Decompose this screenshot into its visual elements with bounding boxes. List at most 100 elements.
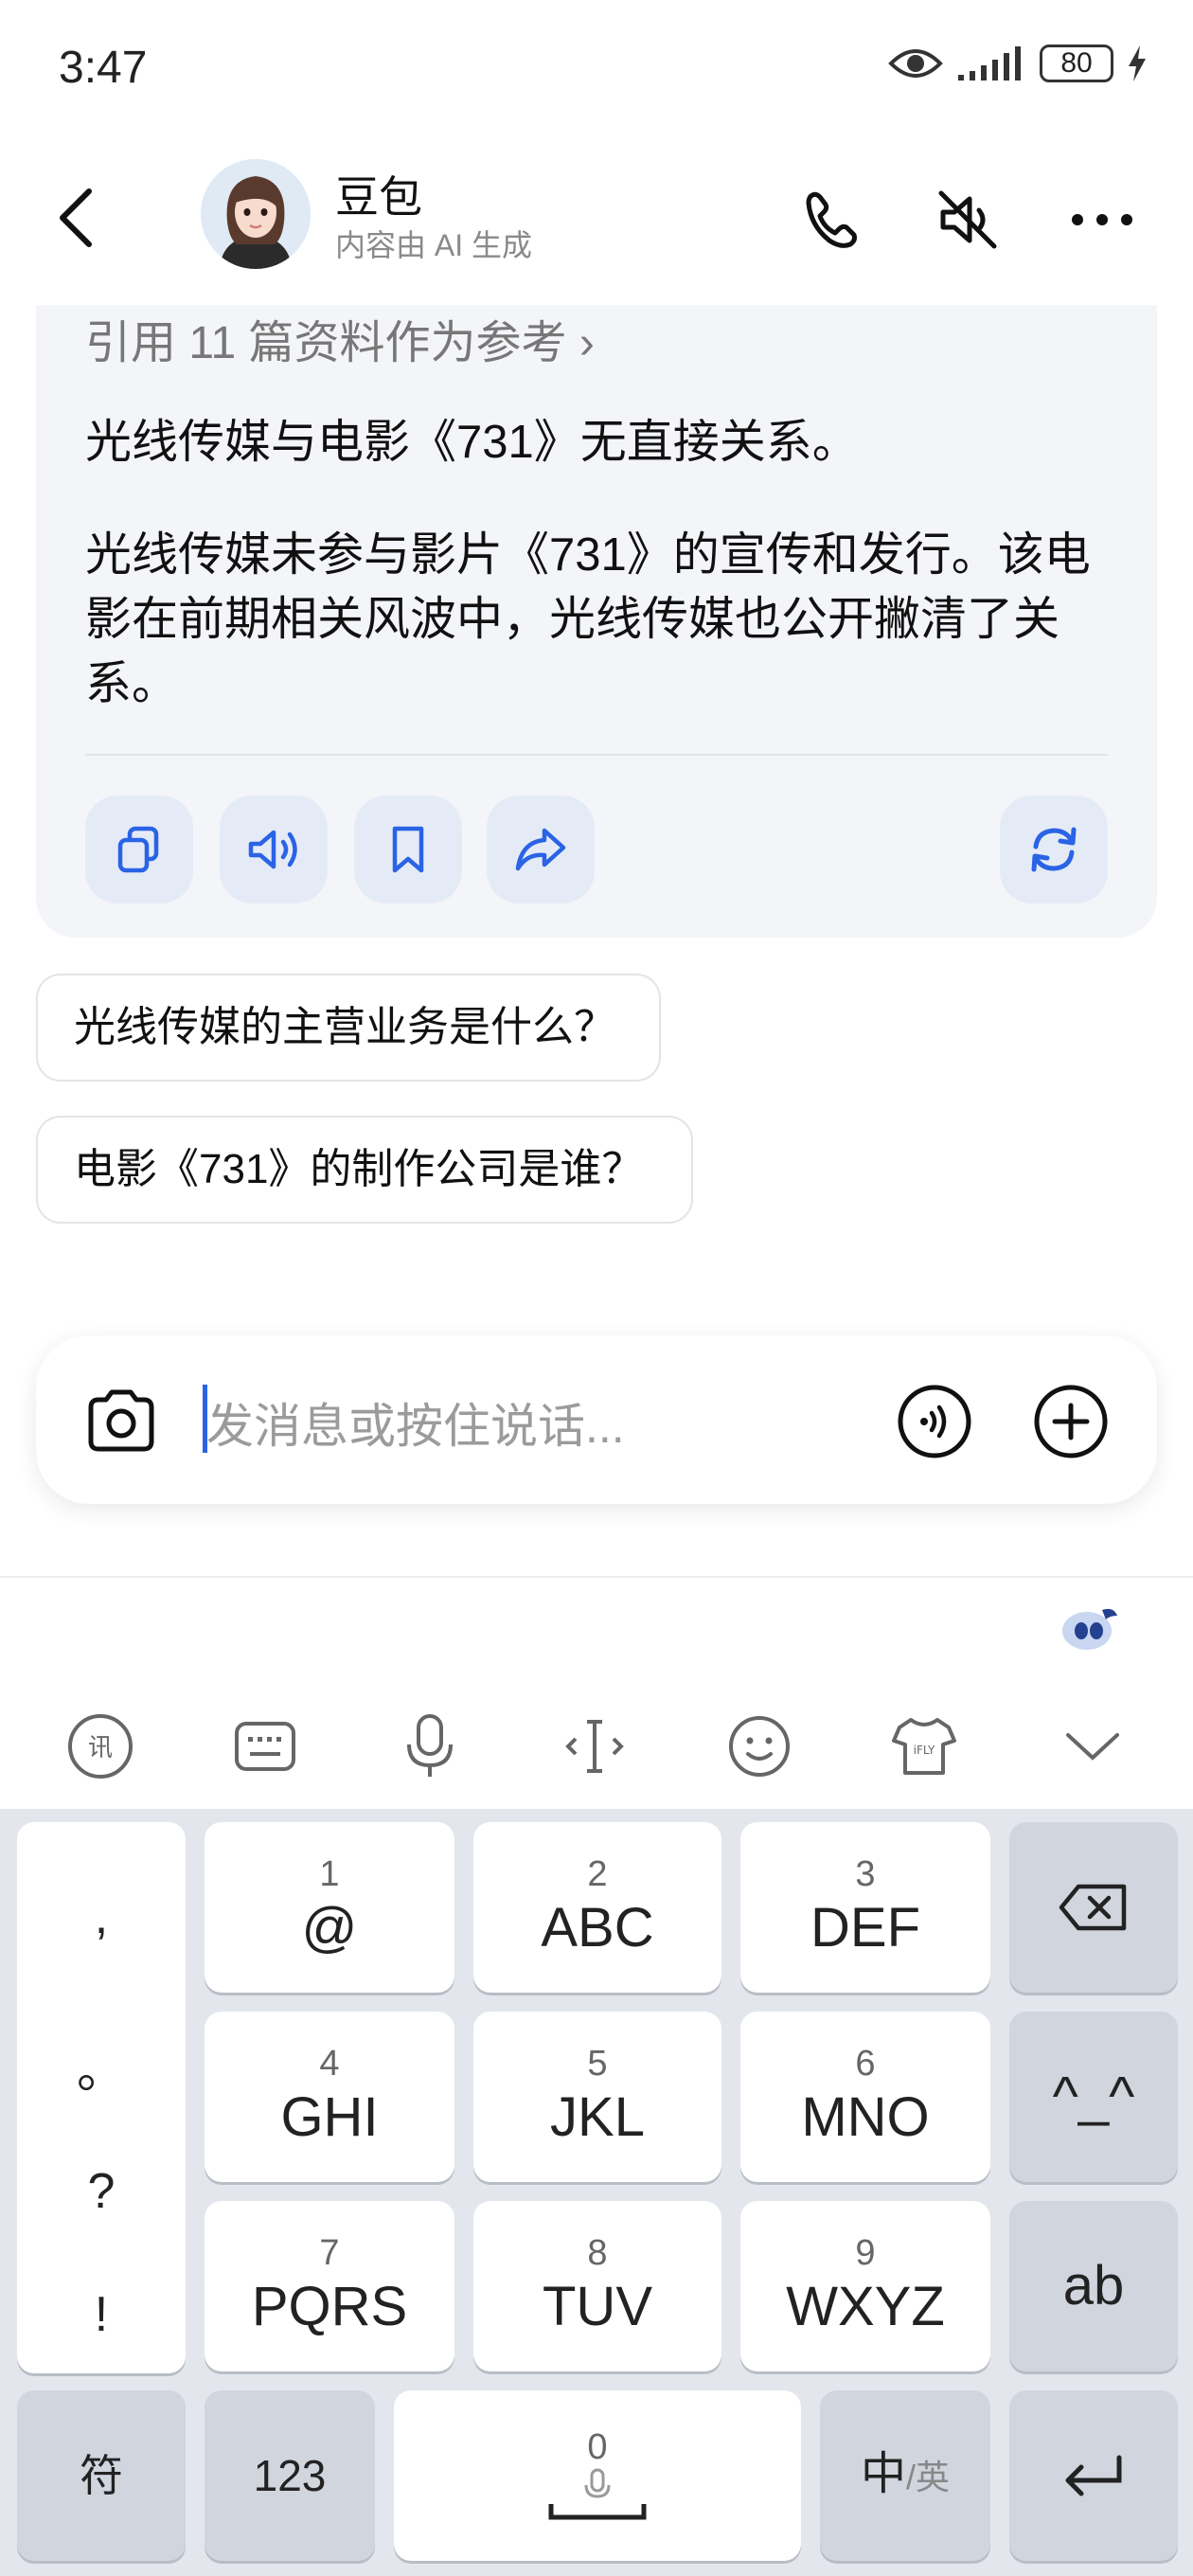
key-4[interactable]: 4 GHI <box>205 2012 454 2182</box>
references-link[interactable]: 引用 11 篇资料作为参考 › <box>85 305 595 371</box>
chat-header: 豆包 内容由 AI 生成 <box>0 142 1193 305</box>
chat-subtitle: 内容由 AI 生成 <box>335 228 533 262</box>
copy-button[interactable] <box>85 796 193 903</box>
key-label: ab <box>1062 2255 1125 2317</box>
chevron-down-icon[interactable] <box>1055 1708 1131 1784</box>
signal-icon <box>958 46 1021 80</box>
share-icon <box>515 828 566 871</box>
speaker-icon <box>248 830 297 869</box>
back-icon[interactable] <box>49 180 106 256</box>
ifly-logo-icon[interactable]: 讯 <box>62 1708 138 1784</box>
punct-key[interactable]: ? <box>17 2163 186 2220</box>
key-number: 1 <box>319 1854 340 1894</box>
key-label: ^_^ <box>1052 2066 1135 2127</box>
keyboard-icon[interactable] <box>227 1708 303 1784</box>
symbols-key[interactable]: 符 <box>17 2390 186 2561</box>
key-number: 4 <box>319 2044 340 2084</box>
microphone-icon[interactable] <box>392 1708 468 1784</box>
copy-icon <box>117 826 159 873</box>
add-icon[interactable] <box>1032 1383 1110 1460</box>
key-3[interactable]: 3 DEF <box>740 1822 990 1993</box>
emoji-icon[interactable] <box>721 1708 797 1784</box>
answer-card: 引用 11 篇资料作为参考 › 光线传媒与电影《731》无直接关系。 光线传媒未… <box>36 305 1157 938</box>
answer-paragraph: 光线传媒与电影《731》无直接关系。 <box>85 417 859 468</box>
key-number: 2 <box>587 1854 608 1894</box>
bookmark-icon <box>392 826 424 873</box>
suggestion-chip[interactable]: 光线传媒的主营业务是什么？ <box>36 974 661 1082</box>
space-key[interactable]: 0 <box>394 2390 801 2561</box>
key-label: 123 <box>253 2451 327 2500</box>
key-9[interactable]: 9 WXYZ <box>740 2201 990 2371</box>
language-switch-key[interactable]: 中/英 <box>820 2390 990 2561</box>
refresh-icon <box>1031 827 1077 872</box>
punct-key[interactable]: , <box>17 1888 186 1945</box>
lang-alt: /英 <box>906 2457 951 2496</box>
backspace-icon <box>1059 1884 1127 1931</box>
share-button[interactable] <box>487 796 595 903</box>
punct-key[interactable]: 。 <box>17 2030 186 2102</box>
cursor-move-icon[interactable] <box>557 1708 632 1784</box>
svg-text:讯: 讯 <box>88 1734 113 1762</box>
key-label: ABC <box>541 1897 654 1959</box>
punctuation-column[interactable]: , 。 ? ! <box>17 1822 186 2373</box>
key-label: 符 <box>80 2451 123 2500</box>
key-6[interactable]: 6 MNO <box>740 2012 990 2182</box>
suggestion-chip[interactable]: 电影《731》的制作公司是谁？ <box>36 1116 693 1224</box>
key-2[interactable]: 2 ABC <box>473 1822 721 1993</box>
keyboard-toolbar: 讯 iFLY <box>0 1576 1193 1809</box>
avatar-image <box>201 159 311 269</box>
backspace-key[interactable] <box>1009 1822 1178 1993</box>
skin-theme-icon[interactable]: iFLY <box>886 1708 962 1784</box>
key-label: @ <box>301 1897 358 1959</box>
svg-text:iFLY: iFLY <box>914 1744 935 1757</box>
space-mic-icon <box>548 2468 647 2520</box>
key-number: 9 <box>855 2233 876 2273</box>
battery-indicator: 80 <box>1040 45 1113 82</box>
status-bar: 3:47 80 <box>0 0 1193 142</box>
enter-icon <box>1065 2455 1122 2496</box>
key-label: PQRS <box>251 2276 408 2337</box>
read-aloud-button[interactable] <box>220 796 328 903</box>
avatar[interactable] <box>201 159 311 269</box>
message-input[interactable]: 发消息或按住说话... <box>206 1388 625 1457</box>
battery-level: 80 <box>1060 47 1093 79</box>
chat-title: 豆包 <box>335 172 422 222</box>
charging-icon <box>1129 45 1146 81</box>
key-label: MNO <box>801 2086 930 2148</box>
camera-icon[interactable] <box>83 1385 159 1457</box>
enter-key[interactable] <box>1009 2390 1178 2561</box>
answer-paragraph: 光线传媒未参与影片《731》的宣传和发行。该电影在前期相关风波中，光线传媒也公开… <box>85 529 1091 709</box>
status-icons: 80 <box>888 44 1148 83</box>
key-label: DEF <box>810 1897 920 1959</box>
card-divider <box>85 754 1108 756</box>
key-number: 0 <box>587 2427 608 2467</box>
key-number: 8 <box>587 2233 608 2273</box>
voice-call-icon[interactable] <box>896 1383 973 1460</box>
key-8[interactable]: 8 TUV <box>473 2201 721 2371</box>
key-label: JKL <box>550 2086 645 2148</box>
key-label: WXYZ <box>786 2276 945 2337</box>
ab-key[interactable]: ab <box>1009 2201 1178 2371</box>
status-time: 3:47 <box>59 43 148 93</box>
more-icon[interactable] <box>1064 182 1140 258</box>
key-label: TUV <box>543 2276 652 2337</box>
bookmark-button[interactable] <box>354 796 462 903</box>
regenerate-button[interactable] <box>1000 796 1108 903</box>
key-number: 6 <box>855 2044 876 2084</box>
key-number: 7 <box>319 2233 340 2273</box>
key-number: 3 <box>855 1854 876 1894</box>
message-composer: 发消息或按住说话... <box>36 1335 1157 1504</box>
key-number: 5 <box>587 2044 608 2084</box>
emoticon-key[interactable]: ^_^ <box>1009 2012 1178 2182</box>
key-7[interactable]: 7 PQRS <box>205 2201 454 2371</box>
keyboard: , 。 ? ! 1 @ 2 ABC 3 DEF 4 GHI 5 JKL 6 MNO ^_^ … <box>0 1809 1193 2576</box>
ifly-mascot-icon[interactable] <box>1059 1602 1121 1655</box>
key-5[interactable]: 5 JKL <box>473 2012 721 2182</box>
phone-icon[interactable] <box>795 182 871 258</box>
punct-key[interactable]: ! <box>17 2286 186 2343</box>
key-1[interactable]: 1 @ <box>205 1822 454 1993</box>
numbers-key[interactable]: 123 <box>205 2390 375 2561</box>
lang-main: 中 <box>860 2448 906 2499</box>
eye-icon <box>888 49 943 78</box>
mute-icon[interactable] <box>930 182 1006 258</box>
